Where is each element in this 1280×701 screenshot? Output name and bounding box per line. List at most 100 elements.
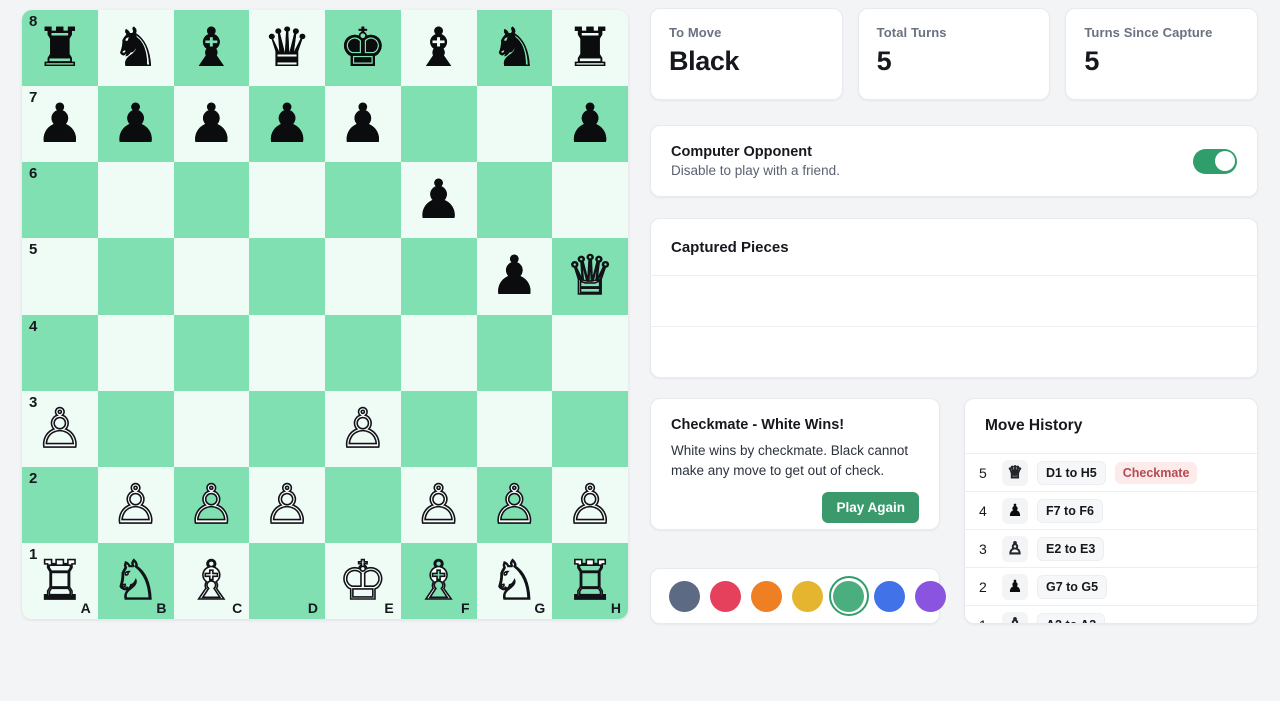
move-history-row[interactable]: 1 ♙ A2 to A3 (965, 605, 1257, 623)
square-C4[interactable] (173, 314, 250, 391)
chess-board[interactable]: 8 ♜ ♞ ♝ ♛ ♚ ♝ ♞ ♜ 7 ♟ ♟ ♟ ♟ ♟ ♟ 6 ♟ 5 ♟ ♕ 4 3 ♙ ♙ 2 ♙ ♙ ♙ ♙ ♙ ♙ 1 A ♖ B ♘ C ♗ D… (22, 10, 628, 619)
square-B3[interactable] (97, 390, 174, 467)
color-swatch-green[interactable] (828, 576, 869, 616)
square-B2[interactable]: ♙ (97, 466, 174, 543)
square-H7[interactable]: ♟ (552, 86, 628, 163)
piece-black[interactable]: ♝ (414, 21, 462, 75)
piece-black[interactable]: ♟ (36, 97, 84, 151)
computer-opponent-toggle[interactable] (1193, 148, 1237, 174)
color-swatch-purple[interactable] (915, 580, 946, 612)
square-C7[interactable]: ♟ (173, 86, 250, 163)
square-D4[interactable] (249, 314, 325, 391)
square-A4[interactable]: 4 (22, 314, 98, 391)
square-D2[interactable]: ♙ (249, 466, 325, 543)
piece-black[interactable]: ♚ (339, 21, 387, 75)
square-B7[interactable]: ♟ (97, 86, 174, 163)
square-F5[interactable] (400, 238, 477, 315)
square-E4[interactable] (325, 314, 401, 391)
piece-white[interactable]: ♘ (489, 553, 539, 609)
square-D6[interactable] (249, 162, 325, 239)
square-F8[interactable]: ♝ (400, 10, 477, 87)
move-history-list[interactable]: 5 ♕ D1 to H5 Checkmate 4 ♟ F7 to F6 3 ♙ E2 to E3 2… (965, 453, 1257, 623)
square-A3[interactable]: 3 ♙ (22, 390, 98, 467)
square-G1[interactable]: G ♘ (476, 542, 553, 619)
square-A5[interactable]: 5 (22, 238, 98, 315)
square-A6[interactable]: 6 (22, 162, 98, 239)
move-history-row[interactable]: 4 ♟ F7 to F6 (965, 491, 1257, 529)
piece-white[interactable]: ♙ (262, 477, 312, 533)
move-history-row[interactable]: 5 ♕ D1 to H5 Checkmate (965, 453, 1257, 491)
square-B5[interactable] (97, 238, 174, 315)
piece-black[interactable]: ♜ (566, 21, 614, 75)
square-F3[interactable] (400, 390, 477, 467)
square-G5[interactable]: ♟ (476, 238, 553, 315)
square-G6[interactable] (476, 162, 553, 239)
square-G7[interactable] (476, 86, 553, 163)
piece-white[interactable]: ♙ (414, 477, 464, 533)
square-F4[interactable] (400, 314, 477, 391)
square-G4[interactable] (476, 314, 553, 391)
piece-white[interactable]: ♙ (35, 401, 85, 457)
square-C3[interactable] (173, 390, 250, 467)
square-C2[interactable]: ♙ (173, 466, 250, 543)
square-C1[interactable]: C ♗ (173, 542, 250, 619)
square-E3[interactable]: ♙ (325, 390, 401, 467)
square-H6[interactable] (552, 162, 628, 239)
square-G3[interactable] (476, 390, 553, 467)
piece-black[interactable]: ♟ (414, 173, 462, 227)
piece-black[interactable]: ♟ (263, 97, 311, 151)
square-F2[interactable]: ♙ (400, 466, 477, 543)
piece-black[interactable]: ♛ (263, 21, 311, 75)
piece-white[interactable]: ♗ (414, 553, 464, 609)
square-B4[interactable] (97, 314, 174, 391)
square-E1[interactable]: E ♔ (325, 542, 401, 619)
square-A8[interactable]: 8 ♜ (22, 10, 98, 87)
piece-black[interactable]: ♝ (187, 21, 235, 75)
square-F1[interactable]: F ♗ (400, 542, 477, 619)
color-swatch-orange[interactable] (751, 580, 782, 612)
piece-black[interactable]: ♟ (187, 97, 235, 151)
square-G2[interactable]: ♙ (476, 466, 553, 543)
piece-white[interactable]: ♗ (186, 553, 236, 609)
piece-white[interactable]: ♖ (35, 553, 85, 609)
square-B8[interactable]: ♞ (97, 10, 174, 87)
color-swatch-crimson[interactable] (710, 580, 741, 612)
square-H1[interactable]: H ♖ (552, 542, 628, 619)
square-D5[interactable] (249, 238, 325, 315)
board-grid[interactable]: 8 ♜ ♞ ♝ ♛ ♚ ♝ ♞ ♜ 7 ♟ ♟ ♟ ♟ ♟ ♟ 6 ♟ 5 ♟ ♕ 4 3 ♙ ♙ 2 ♙ ♙ ♙ ♙ ♙ ♙ 1 A ♖ B ♘ C ♗ D… (22, 10, 628, 619)
square-D8[interactable]: ♛ (249, 10, 325, 87)
square-E7[interactable]: ♟ (325, 86, 401, 163)
piece-black[interactable]: ♞ (111, 21, 159, 75)
square-F6[interactable]: ♟ (400, 162, 477, 239)
move-history-row[interactable]: 3 ♙ E2 to E3 (965, 529, 1257, 567)
square-C5[interactable] (173, 238, 250, 315)
square-D7[interactable]: ♟ (249, 86, 325, 163)
board-color-palette[interactable] (650, 568, 946, 624)
square-A7[interactable]: 7 ♟ (22, 86, 98, 163)
play-again-button[interactable]: Play Again (822, 492, 919, 524)
square-H5[interactable]: ♕ (552, 238, 628, 315)
square-C6[interactable] (173, 162, 250, 239)
square-H8[interactable]: ♜ (552, 10, 628, 87)
piece-white[interactable]: ♖ (565, 553, 615, 609)
square-E2[interactable] (325, 466, 401, 543)
color-swatch-blue[interactable] (874, 580, 905, 612)
square-B6[interactable] (97, 162, 174, 239)
square-D1[interactable]: D (249, 542, 325, 619)
piece-white[interactable]: ♘ (111, 553, 161, 609)
square-H3[interactable] (552, 390, 628, 467)
piece-black[interactable]: ♞ (490, 21, 538, 75)
square-E8[interactable]: ♚ (325, 10, 401, 87)
piece-white[interactable]: ♔ (338, 553, 388, 609)
color-swatch-slate[interactable] (669, 580, 700, 612)
piece-white[interactable]: ♙ (186, 477, 236, 533)
square-G8[interactable]: ♞ (476, 10, 553, 87)
piece-white[interactable]: ♙ (565, 477, 615, 533)
square-A2[interactable]: 2 (22, 466, 98, 543)
square-C8[interactable]: ♝ (173, 10, 250, 87)
piece-white[interactable]: ♙ (489, 477, 539, 533)
square-D3[interactable] (249, 390, 325, 467)
move-history-row[interactable]: 2 ♟ G7 to G5 (965, 567, 1257, 605)
piece-black[interactable]: ♜ (36, 21, 84, 75)
piece-white[interactable]: ♙ (338, 401, 388, 457)
